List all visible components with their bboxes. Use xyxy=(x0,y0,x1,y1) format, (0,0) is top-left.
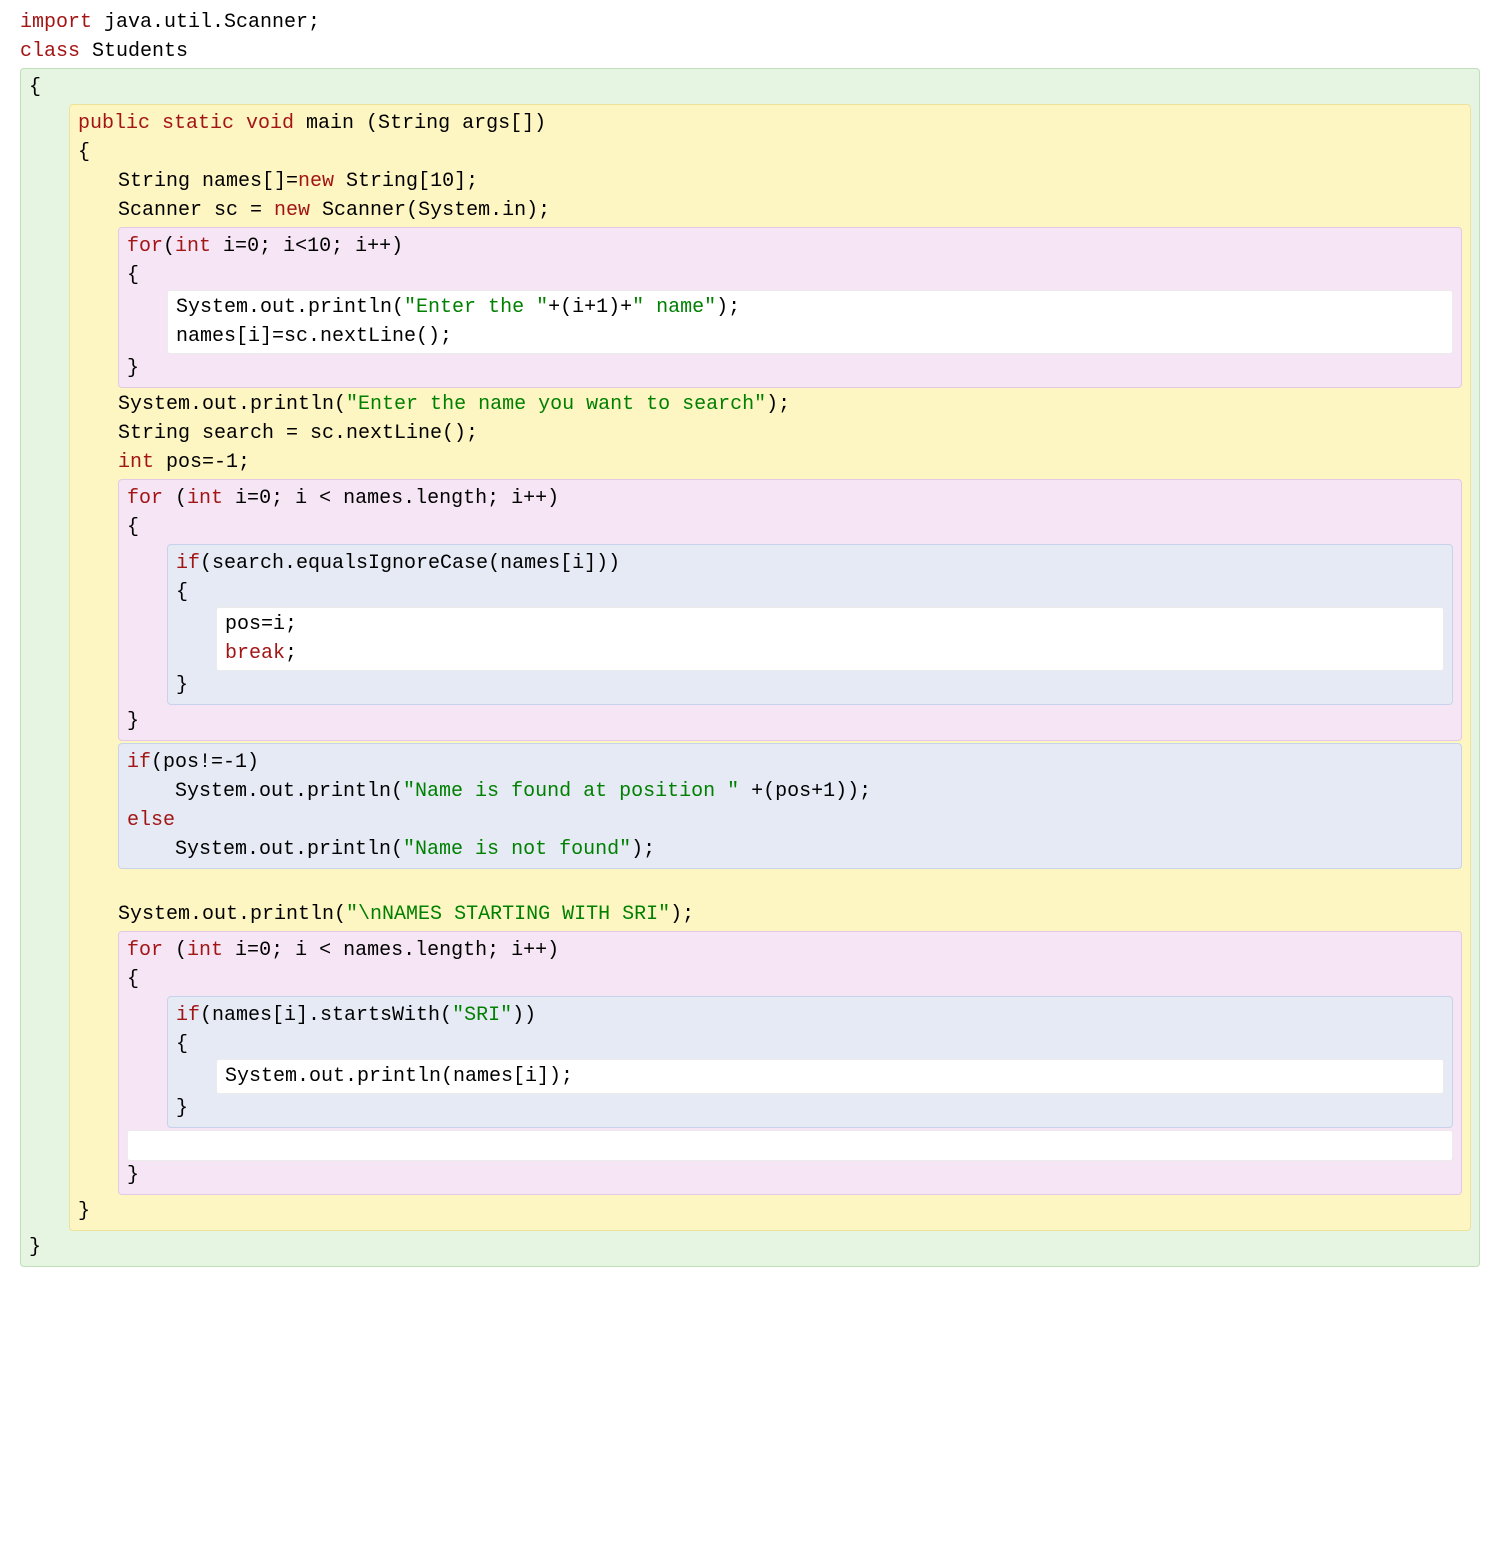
code-line: { xyxy=(78,138,1462,167)
code-line: Scanner sc = new Scanner(System.in); xyxy=(118,196,1462,225)
code-line: } xyxy=(127,1161,1453,1190)
code-line: if(search.equalsIgnoreCase(names[i])) xyxy=(176,549,1444,578)
code-line: class Students xyxy=(20,37,1480,66)
if-body-sri: System.out.println(names[i]); xyxy=(216,1059,1444,1094)
code-line: } xyxy=(127,354,1453,383)
code-line: System.out.println("Name is not found"); xyxy=(127,835,1453,864)
code-line: System.out.println("Name is found at pos… xyxy=(127,777,1453,806)
code-line: } xyxy=(29,1233,1471,1262)
code-line xyxy=(118,871,1462,900)
if-else-block: if(pos!=-1) System.out.println("Name is … xyxy=(118,743,1462,869)
code-line: pos=i; xyxy=(225,610,1435,639)
empty-row xyxy=(127,1130,1453,1161)
code-line: String names[]=new String[10]; xyxy=(118,167,1462,196)
method-inner: System.out.println("\nNAMES STARTING WIT… xyxy=(118,871,1462,929)
if-block-search: if(search.equalsIgnoreCase(names[i])) { … xyxy=(167,544,1453,705)
code-line: { xyxy=(176,578,1444,607)
code-line: String search = sc.nextLine(); xyxy=(118,419,1462,448)
code-line: { xyxy=(127,965,1453,994)
code-line: break; xyxy=(225,639,1435,668)
code-line: import java.util.Scanner; xyxy=(20,8,1480,37)
code-line: for(int i=0; i<10; i++) xyxy=(127,232,1453,261)
code-block: import java.util.Scanner; class Students… xyxy=(0,0,1500,1277)
code-line: names[i]=sc.nextLine(); xyxy=(176,322,1444,351)
if-body-search: pos=i; break; xyxy=(216,607,1444,671)
code-line: } xyxy=(78,1197,1462,1226)
code-line: System.out.println("\nNAMES STARTING WIT… xyxy=(118,900,1462,929)
for-block-1: for(int i=0; i<10; i++) { System.out.pri… xyxy=(118,227,1462,388)
code-line: { xyxy=(127,261,1453,290)
code-line: System.out.println(names[i]); xyxy=(225,1062,1435,1091)
code-line: } xyxy=(176,671,1444,700)
code-line: } xyxy=(127,707,1453,736)
for-body-1: System.out.println("Enter the "+(i+1)+" … xyxy=(167,290,1453,354)
code-line: public static void main (String args[]) xyxy=(78,109,1462,138)
code-line: { xyxy=(176,1030,1444,1059)
code-line: } xyxy=(176,1094,1444,1123)
code-line: System.out.println("Enter the "+(i+1)+" … xyxy=(176,293,1444,322)
for-block-3: for (int i=0; i < names.length; i++) { i… xyxy=(118,931,1462,1195)
code-line: System.out.println("Enter the name you w… xyxy=(118,390,1462,419)
code-line: { xyxy=(127,513,1453,542)
code-line: { xyxy=(29,73,1471,102)
code-line: for (int i=0; i < names.length; i++) xyxy=(127,936,1453,965)
code-line: if(names[i].startsWith("SRI")) xyxy=(176,1001,1444,1030)
method-body-block: public static void main (String args[]) … xyxy=(69,104,1471,1231)
code-line: int pos=-1; xyxy=(118,448,1462,477)
class-body-block: { public static void main (String args[]… xyxy=(20,68,1480,1267)
code-line: if(pos!=-1) xyxy=(127,748,1453,777)
code-line: else xyxy=(127,806,1453,835)
code-line: for (int i=0; i < names.length; i++) xyxy=(127,484,1453,513)
for-block-2: for (int i=0; i < names.length; i++) { i… xyxy=(118,479,1462,741)
if-block-sri: if(names[i].startsWith("SRI")) { System.… xyxy=(167,996,1453,1128)
method-inner: String names[]=new String[10]; Scanner s… xyxy=(118,167,1462,225)
method-inner: System.out.println("Enter the name you w… xyxy=(118,390,1462,477)
